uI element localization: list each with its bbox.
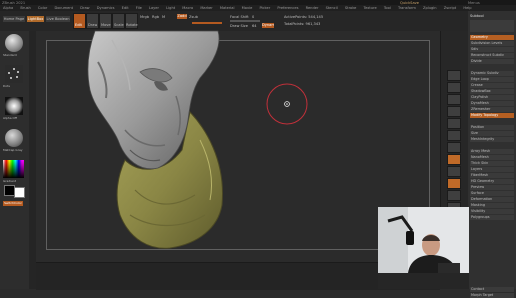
morph-target-row[interactable]: Morph Target: [470, 293, 514, 298]
size-row[interactable]: Size: [470, 131, 514, 136]
hd-geometry-row[interactable]: HD Geometry: [470, 179, 514, 184]
array-mesh-row[interactable]: Array Mesh: [470, 149, 514, 154]
deformation-row[interactable]: Deformation: [470, 197, 514, 202]
reconstruct-subdiv-button[interactable]: Reconstruct Subdiv: [470, 53, 514, 58]
claypolish-row[interactable]: ClayPolish: [470, 95, 514, 100]
rotate-cursor-icon: [284, 101, 290, 107]
dynamesh-row[interactable]: DynaMesh: [470, 101, 514, 106]
edge-loop-row[interactable]: Edge Loop: [470, 77, 514, 82]
persp-button[interactable]: [447, 142, 461, 153]
nanomesh-row[interactable]: NanoMesh: [470, 155, 514, 160]
fibermesh-row[interactable]: FiberMesh: [470, 173, 514, 178]
subdivision-levels-row[interactable]: Subdivision Levels: [470, 41, 514, 46]
zremesher-row[interactable]: ZRemesher: [470, 107, 514, 112]
webcam-overlay: [378, 207, 469, 273]
spix-button[interactable]: [447, 82, 461, 93]
frame-button[interactable]: [447, 190, 461, 201]
polygroups-row[interactable]: Polygroups: [470, 215, 514, 220]
zoom-button[interactable]: [447, 106, 461, 117]
subtool-header: Subtool: [470, 14, 484, 18]
bpr-button[interactable]: [447, 70, 461, 81]
layers-row[interactable]: Layers: [470, 167, 514, 172]
divide-button[interactable]: Divide: [470, 59, 514, 64]
xyz-button[interactable]: [447, 178, 461, 189]
shadowbox-row[interactable]: ShadowBox: [470, 89, 514, 94]
position-row[interactable]: Position: [470, 125, 514, 130]
dynamic-subdiv-row[interactable]: Dynamic Subdiv: [470, 71, 514, 76]
sdiv-slider[interactable]: Sdiv: [470, 47, 514, 52]
crease-row[interactable]: Crease: [470, 83, 514, 88]
contact-row[interactable]: Contact: [470, 287, 514, 292]
masking-row[interactable]: Masking: [470, 203, 514, 208]
local-button[interactable]: [447, 166, 461, 177]
thick-skin-row[interactable]: Thick Skin: [470, 161, 514, 166]
modify-topology-row[interactable]: Modify Topology: [470, 113, 514, 118]
subtool-list[interactable]: [470, 20, 514, 32]
floor-button[interactable]: [447, 154, 461, 165]
meshintegrity-row[interactable]: MeshIntegrity: [470, 137, 514, 142]
tool-palette: Subtool Geometry Subdivision Levels Sdiv…: [468, 11, 516, 298]
visibility-row[interactable]: Visibility: [470, 209, 514, 214]
geometry-header[interactable]: Geometry: [470, 35, 514, 40]
webcam-caption-bar: [378, 273, 469, 289]
aahalf-button[interactable]: [447, 130, 461, 141]
preview-row[interactable]: Preview: [470, 185, 514, 190]
actual-button[interactable]: [447, 118, 461, 129]
scroll-button[interactable]: [447, 94, 461, 105]
surface-row[interactable]: Surface: [470, 191, 514, 196]
